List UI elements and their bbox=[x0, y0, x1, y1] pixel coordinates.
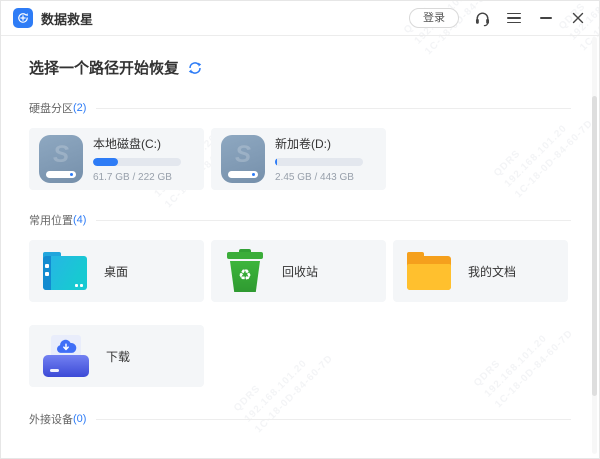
location-card-documents[interactable]: 我的文档 bbox=[393, 240, 568, 302]
titlebar: 数据救星 登录 bbox=[1, 1, 599, 36]
drive-usage-bar bbox=[93, 158, 181, 166]
drive-name: 本地磁盘(C:) bbox=[93, 135, 181, 152]
login-button[interactable]: 登录 bbox=[409, 8, 459, 28]
scrollbar-thumb[interactable] bbox=[592, 96, 597, 396]
drive-cards: S 本地磁盘(C:) 61.7 GB / 222 GB S 新加卷(D:) bbox=[29, 128, 571, 190]
app-logo-icon bbox=[13, 8, 33, 28]
section-common-count: (4) bbox=[73, 214, 86, 226]
section-common: 常用位置 (4) bbox=[29, 212, 571, 228]
drive-card-c[interactable]: S 本地磁盘(C:) 61.7 GB / 222 GB bbox=[29, 128, 204, 190]
page-title-row: 选择一个路径开始恢复 bbox=[29, 57, 571, 78]
location-cards: 桌面 ♻ 回收站 我的文档 bbox=[29, 240, 571, 387]
headset-support-icon[interactable] bbox=[473, 9, 491, 27]
section-external: 外接设备 (0) bbox=[29, 411, 571, 427]
refresh-icon[interactable] bbox=[188, 61, 202, 75]
section-divider bbox=[96, 220, 571, 221]
section-partitions: 硬盘分区 (2) bbox=[29, 100, 571, 116]
location-card-desktop[interactable]: 桌面 bbox=[29, 240, 204, 302]
location-label: 回收站 bbox=[282, 263, 318, 280]
download-icon bbox=[43, 335, 89, 377]
drive-name: 新加卷(D:) bbox=[275, 135, 363, 152]
documents-folder-icon bbox=[407, 252, 451, 290]
cloud-download-icon bbox=[55, 338, 77, 355]
drive-led-dot bbox=[70, 173, 73, 176]
location-card-recycle-bin[interactable]: ♻ 回收站 bbox=[211, 240, 386, 302]
page-title: 选择一个路径开始恢复 bbox=[29, 57, 179, 78]
location-label: 下载 bbox=[106, 348, 130, 365]
hard-drive-icon: S bbox=[221, 135, 265, 183]
drive-usage-bar bbox=[275, 158, 363, 166]
recycle-bin-icon: ♻ bbox=[225, 249, 265, 293]
section-divider bbox=[96, 108, 571, 109]
minimize-icon[interactable] bbox=[537, 9, 555, 27]
drive-led-dot bbox=[252, 173, 255, 176]
location-label: 桌面 bbox=[104, 263, 128, 280]
desktop-folder-icon bbox=[43, 252, 87, 290]
section-external-label: 外接设备 bbox=[29, 411, 73, 427]
hamburger-menu-icon[interactable] bbox=[505, 9, 523, 27]
section-partitions-count: (2) bbox=[73, 102, 86, 114]
section-divider bbox=[96, 419, 571, 420]
location-card-downloads[interactable]: 下载 bbox=[29, 325, 204, 387]
app-title: 数据救星 bbox=[41, 9, 93, 28]
section-common-label: 常用位置 bbox=[29, 212, 73, 228]
main-content: 选择一个路径开始恢复 硬盘分区 (2) S 本地 bbox=[1, 57, 599, 427]
hard-drive-icon: S bbox=[39, 135, 83, 183]
drive-usage-text: 61.7 GB / 222 GB bbox=[93, 172, 181, 183]
app-window: QDRS192.168.101.201C-18-0D-84-60-7D QDRS… bbox=[0, 0, 600, 459]
section-partitions-label: 硬盘分区 bbox=[29, 100, 73, 116]
drive-card-d[interactable]: S 新加卷(D:) 2.45 GB / 443 GB bbox=[211, 128, 386, 190]
close-icon[interactable] bbox=[569, 9, 587, 27]
recycle-glyph: ♻ bbox=[225, 266, 265, 284]
window-controls: 登录 bbox=[409, 8, 587, 28]
location-label: 我的文档 bbox=[468, 263, 516, 280]
drive-usage-text: 2.45 GB / 443 GB bbox=[275, 172, 363, 183]
section-external-count: (0) bbox=[73, 413, 86, 425]
